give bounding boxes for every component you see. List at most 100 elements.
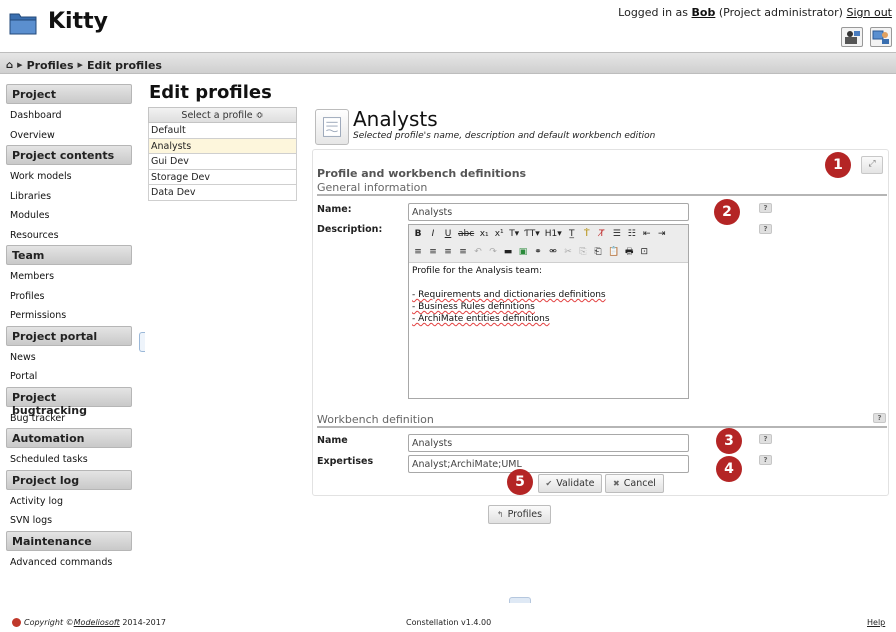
print-icon[interactable]: 🖶 — [622, 245, 636, 260]
sidebar-item-advanced-commands[interactable]: Advanced commands — [6, 553, 132, 573]
undo-icon[interactable]: ↶ — [471, 245, 485, 260]
link-icon[interactable]: ⚭ — [531, 245, 545, 260]
help-icon[interactable]: ? — [759, 203, 772, 213]
editor-toolbar-row-1: B I U abc x₁ x¹ T▾ ƬT▾ H1▾ T̲ Ṫ T̸ ☰ ☷ ⇤… — [411, 227, 669, 244]
sidebar-section-project-contents[interactable]: Project contents — [6, 145, 132, 165]
italic-button[interactable]: I — [426, 227, 440, 242]
sidebar-item-permissions[interactable]: Permissions — [6, 306, 132, 326]
bold-button[interactable]: B — [411, 227, 425, 242]
sidebar-section-maintenance[interactable]: Maintenance — [6, 530, 132, 551]
sidebar-section-project-bugtracking[interactable]: Project bugtracking — [6, 386, 132, 417]
profile-select-header[interactable]: Select a profile ≎ — [148, 107, 297, 123]
breadcrumb-separator-icon: ▶ — [77, 61, 83, 69]
profile-name-input[interactable] — [408, 203, 689, 221]
highlight-button[interactable]: Ṫ — [580, 227, 594, 242]
general-information-title: General information — [317, 181, 428, 194]
expand-icon[interactable]: ⤢ — [861, 156, 883, 174]
profile-select-list: Select a profile ≎ Default Analysts Gui … — [148, 107, 297, 201]
align-center-button[interactable]: ≡ — [426, 245, 440, 260]
description-line: Profile for the Analysis team: — [412, 266, 543, 276]
underline-button[interactable]: U — [441, 227, 455, 242]
footer-copyright: Copyright ©Modeliosoft 2014-2017 — [24, 618, 166, 627]
sidebar-section-team[interactable]: Team — [6, 245, 132, 265]
help-icon[interactable]: ? — [759, 455, 772, 465]
editor-toolbar: B I U abc x₁ x¹ T▾ ƬT▾ H1▾ T̲ Ṫ T̸ ☰ ☷ ⇤… — [409, 225, 688, 263]
sign-out-link[interactable]: Sign out — [846, 6, 892, 19]
sidebar-section-project[interactable]: Project — [6, 84, 132, 104]
copy-icon[interactable]: ⎘ — [576, 245, 590, 260]
profile-option-default[interactable]: Default — [148, 123, 297, 139]
source-icon[interactable]: ⊡ — [637, 245, 651, 260]
profile-option-data-dev[interactable]: Data Dev — [148, 185, 297, 201]
profile-name-heading: Analysts — [353, 107, 438, 131]
sidebar-section-project-log[interactable]: Project log — [6, 469, 132, 490]
annotation-badge: 1 — [825, 152, 851, 178]
sidebar-item-news[interactable]: News — [6, 348, 132, 368]
sidebar-item-members[interactable]: Members — [6, 267, 132, 287]
bottom-panel-handle[interactable] — [509, 597, 531, 603]
sidebar-item-overview[interactable]: Overview — [6, 126, 132, 146]
admin-user-icon[interactable] — [841, 27, 863, 47]
breadcrumb-profiles[interactable]: Profiles — [27, 59, 74, 72]
strikethrough-button[interactable]: abc — [456, 227, 476, 242]
company-link[interactable]: Modeliosoft — [74, 618, 120, 627]
app-header: Kitty Logged in as Bob (Project administ… — [0, 0, 896, 50]
indent-button[interactable]: ⇥ — [655, 227, 669, 242]
heading-button[interactable]: H1▾ — [543, 227, 564, 242]
help-icon[interactable]: ? — [873, 413, 886, 423]
expertises-input[interactable] — [408, 455, 689, 473]
user-link[interactable]: Bob — [692, 6, 716, 19]
validate-button[interactable]: ✔ Validate — [538, 474, 602, 493]
workbench-name-input[interactable] — [408, 434, 689, 452]
horizontal-rule-button[interactable]: ▬ — [501, 245, 515, 260]
paste-text-icon[interactable]: 📋 — [606, 245, 621, 260]
superscript-button[interactable]: x¹ — [492, 227, 506, 242]
justify-button[interactable]: ≡ — [456, 245, 470, 260]
back-to-profiles-button[interactable]: ↰ Profiles — [488, 505, 551, 524]
redo-icon[interactable]: ↷ — [486, 245, 500, 260]
expertises-label: Expertises — [317, 456, 374, 467]
align-left-button[interactable]: ≡ — [411, 245, 425, 260]
workbench-name-label: Name — [317, 435, 348, 446]
outdent-button[interactable]: ⇤ — [640, 227, 654, 242]
unlink-icon[interactable]: ⚮ — [546, 245, 560, 260]
cut-icon[interactable]: ✂ — [561, 245, 575, 260]
sidebar-item-work-models[interactable]: Work models — [6, 167, 132, 187]
paste-icon[interactable]: ⎗ — [591, 245, 605, 260]
workbench-definition-title: Workbench definition — [317, 413, 434, 426]
help-icon[interactable]: ? — [759, 434, 772, 444]
sidebar-section-automation[interactable]: Automation — [6, 428, 132, 448]
sidebar-collapse-handle[interactable] — [139, 332, 145, 352]
sidebar-item-profiles[interactable]: Profiles — [6, 287, 132, 307]
sidebar-item-activity-log[interactable]: Activity log — [6, 492, 132, 512]
editor-content[interactable]: Profile for the Analysis team: - Require… — [412, 265, 686, 325]
home-icon[interactable]: ⌂ — [6, 60, 13, 71]
font-size-button[interactable]: ƬT▾ — [522, 227, 542, 242]
sidebar-section-project-portal[interactable]: Project portal — [6, 325, 132, 346]
font-family-button[interactable]: T▾ — [507, 227, 521, 242]
profile-option-analysts[interactable]: Analysts — [148, 138, 297, 154]
workstation-user-icon[interactable] — [870, 27, 892, 47]
subscript-button[interactable]: x₁ — [477, 227, 491, 242]
align-right-button[interactable]: ≡ — [441, 245, 455, 260]
help-link[interactable]: Help — [867, 618, 885, 627]
sidebar-item-resources[interactable]: Resources — [6, 226, 132, 246]
sidebar-item-portal[interactable]: Portal — [6, 367, 132, 387]
profile-option-gui-dev[interactable]: Gui Dev — [148, 154, 297, 170]
sidebar-item-dashboard[interactable]: Dashboard — [6, 106, 132, 126]
cancel-button[interactable]: ✖ Cancel — [605, 474, 664, 493]
sidebar-item-scheduled-tasks[interactable]: Scheduled tasks — [6, 450, 132, 470]
image-button[interactable]: ▣ — [516, 245, 530, 260]
profile-option-storage-dev[interactable]: Storage Dev — [148, 169, 297, 185]
bullet-list-button[interactable]: ☰ — [610, 227, 624, 242]
sidebar-item-modules[interactable]: Modules — [6, 206, 132, 226]
profiles-label: Profiles — [507, 509, 543, 520]
numbered-list-button[interactable]: ☷ — [625, 227, 639, 242]
text-color-button[interactable]: T̲ — [565, 227, 579, 242]
sidebar-item-svn-logs[interactable]: SVN logs — [6, 511, 132, 531]
description-editor[interactable]: B I U abc x₁ x¹ T▾ ƬT▾ H1▾ T̲ Ṫ T̸ ☰ ☷ ⇤… — [408, 224, 689, 399]
help-icon[interactable]: ? — [759, 224, 772, 234]
panel-title: Profile and workbench definitions — [317, 167, 527, 180]
clear-format-button[interactable]: T̸ — [595, 227, 609, 242]
sidebar-item-libraries[interactable]: Libraries — [6, 187, 132, 207]
